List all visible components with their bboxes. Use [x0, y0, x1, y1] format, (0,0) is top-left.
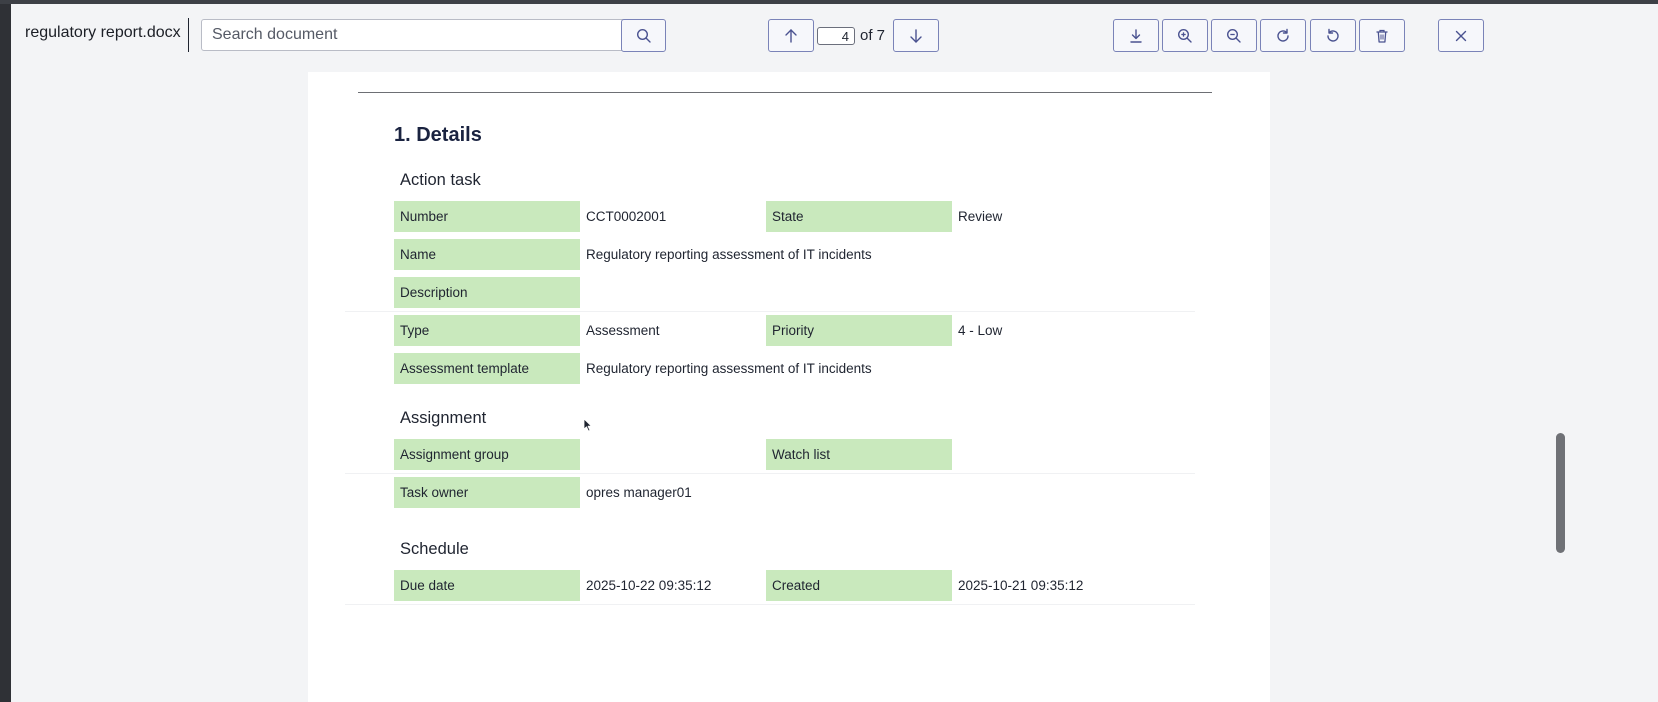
number-label: Number [394, 201, 580, 232]
row-divider [345, 604, 1195, 605]
zoom-out-button[interactable] [1211, 19, 1257, 52]
page-number-input[interactable] [817, 27, 855, 45]
mouse-cursor-icon [583, 418, 592, 432]
name-value: Regulatory reporting assessment of IT in… [586, 247, 872, 262]
priority-label: Priority [766, 315, 952, 346]
state-label: State [766, 201, 952, 232]
vertical-scrollbar[interactable] [1554, 72, 1568, 702]
rotate-counterclockwise-button[interactable] [1310, 19, 1356, 52]
search-icon [636, 28, 651, 43]
search-button[interactable] [621, 19, 666, 52]
zoom-in-button[interactable] [1162, 19, 1208, 52]
delete-button[interactable] [1359, 19, 1405, 52]
created-label: Created [766, 570, 952, 601]
trash-icon [1376, 29, 1388, 43]
scrollbar-thumb[interactable] [1556, 433, 1565, 553]
due-date-value: 2025-10-22 09:35:12 [586, 578, 712, 593]
header-rule [358, 92, 1212, 93]
zoom-out-icon [1226, 28, 1241, 43]
next-page-button[interactable] [893, 19, 939, 52]
type-value: Assessment [586, 323, 660, 338]
document-page [308, 72, 1270, 702]
assessment-template-label: Assessment template [394, 353, 580, 384]
zoom-in-icon [1177, 28, 1192, 43]
rotate-clockwise-icon [1277, 28, 1289, 42]
task-owner-value: opres manager01 [586, 485, 692, 500]
priority-value: 4 - Low [958, 323, 1003, 338]
due-date-label: Due date [394, 570, 580, 601]
document-name: regulatory report.docx [25, 24, 181, 41]
description-label: Description [394, 277, 580, 308]
row-divider [345, 311, 1195, 312]
type-label: Type [394, 315, 580, 346]
window-left-edge [0, 4, 11, 702]
task-owner-label: Task owner [394, 477, 580, 508]
state-value: Review [958, 209, 1003, 224]
page-count-label: of 7 [860, 27, 886, 44]
title-divider [188, 18, 189, 52]
arrow-up-icon [785, 28, 797, 43]
row-divider [345, 473, 1195, 474]
download-icon [1130, 28, 1142, 43]
section-title: 1. Details [394, 124, 482, 146]
watch-list-label: Watch list [766, 439, 952, 470]
number-value: CCT0002001 [586, 209, 667, 224]
download-button[interactable] [1113, 19, 1159, 52]
rotate-clockwise-button[interactable] [1260, 19, 1306, 52]
created-value: 2025-10-21 09:35:12 [958, 578, 1084, 593]
rotate-counterclockwise-icon [1327, 28, 1339, 42]
search-input[interactable] [201, 19, 638, 51]
assignment-group-label: Assignment group [394, 439, 580, 470]
schedule-heading: Schedule [400, 540, 469, 558]
action-task-heading: Action task [400, 171, 481, 189]
close-button[interactable] [1438, 19, 1484, 52]
close-icon [1455, 30, 1467, 41]
name-label: Name [394, 239, 580, 270]
assessment-template-value: Regulatory reporting assessment of IT in… [586, 361, 872, 376]
assignment-heading: Assignment [400, 409, 487, 427]
arrow-down-icon [910, 28, 922, 43]
previous-page-button[interactable] [768, 19, 814, 52]
